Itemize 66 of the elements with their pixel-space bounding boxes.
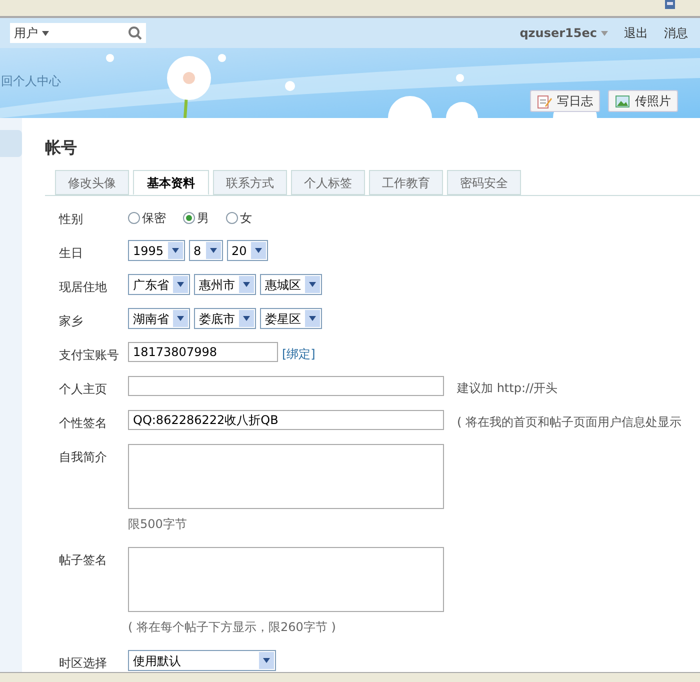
caret-icon <box>210 248 217 253</box>
text-field[interactable]: QQ:862286222收八折QB <box>128 410 444 430</box>
radio-label: 男 <box>197 210 209 227</box>
dropdown[interactable]: 广东省 <box>128 274 190 295</box>
caret-icon <box>601 30 608 36</box>
tab[interactable]: 密码安全 <box>447 170 521 195</box>
tab[interactable]: 个人标签 <box>291 170 365 195</box>
dropdown[interactable]: 20 <box>226 240 268 261</box>
image-icon <box>615 94 631 108</box>
field-label: 家乡 <box>58 313 84 330</box>
field-label: 个性签名 <box>58 415 108 432</box>
field-label: 支付宝账号 <box>58 347 120 364</box>
tab[interactable]: 工作教育 <box>369 170 443 195</box>
dropdown[interactable]: 1995 <box>128 240 185 261</box>
caret-icon <box>243 316 250 321</box>
field-label: 生日 <box>58 245 84 262</box>
text-area[interactable] <box>128 547 444 612</box>
field-label: 帖子签名 <box>58 552 108 569</box>
field-hint: 限500字节 <box>128 516 188 533</box>
header-link[interactable]: 退出 <box>624 24 648 42</box>
field-note: ( 将在我的首页和帖子页面用户信息处显示 <box>457 414 682 431</box>
tab[interactable]: 修改头像 <box>55 170 129 195</box>
page-title: 帐号 <box>45 137 78 159</box>
dropdown[interactable]: 娄星区 <box>260 308 322 329</box>
username-menu[interactable]: qzuser15ec <box>520 24 608 42</box>
toolbar-icon[interactable] <box>664 0 676 10</box>
caret-icon <box>254 248 262 253</box>
field-note: 建议加 http://开头 <box>457 380 558 397</box>
upload-photo-button[interactable]: 传照片 <box>608 90 678 112</box>
text-field[interactable]: 18173807998 <box>128 342 278 362</box>
field-label: 性别 <box>58 211 84 228</box>
header-link[interactable]: 消息 <box>664 24 688 42</box>
caret-icon <box>309 316 316 321</box>
text-field[interactable] <box>128 376 444 396</box>
field-label: 个人主页 <box>58 381 108 398</box>
caret-icon <box>172 248 179 253</box>
caret-icon <box>263 658 270 663</box>
dropdown[interactable]: 使用默认 <box>128 650 276 671</box>
radio-button[interactable] <box>128 212 140 224</box>
dropdown[interactable]: 惠州市 <box>194 274 256 295</box>
dropdown[interactable]: 娄底市 <box>194 308 256 329</box>
text-area[interactable] <box>128 444 444 509</box>
caret-icon <box>243 282 250 287</box>
search-icon[interactable] <box>128 26 142 40</box>
radio-button[interactable] <box>183 212 195 224</box>
tab[interactable]: 联系方式 <box>213 170 287 195</box>
radio-label: 保密 <box>142 210 166 227</box>
tab[interactable]: 基本资料 <box>133 170 209 195</box>
dropdown[interactable]: 惠城区 <box>260 274 322 295</box>
caret-icon <box>177 282 184 287</box>
search-scope-dropdown[interactable]: 用户 <box>14 24 49 42</box>
field-label: 自我简介 <box>58 449 108 466</box>
radio-label: 女 <box>240 210 252 227</box>
note-icon <box>537 94 553 108</box>
dropdown[interactable]: 湖南省 <box>128 308 190 329</box>
field-hint: ( 将在每个帖子下方显示，限260字节 ) <box>128 619 337 636</box>
dropdown[interactable]: 8 <box>188 240 223 261</box>
field-label: 时区选择 <box>58 655 108 672</box>
caret-icon <box>309 282 316 287</box>
search-field[interactable]: 用户 <box>10 23 146 43</box>
field-label: 现居住地 <box>58 279 108 296</box>
caret-icon <box>177 316 184 321</box>
radio-button[interactable] <box>226 212 238 224</box>
bind-link[interactable]: [绑定] <box>282 342 316 363</box>
write-blog-button[interactable]: 写日志 <box>530 90 600 112</box>
caret-icon <box>42 30 49 36</box>
